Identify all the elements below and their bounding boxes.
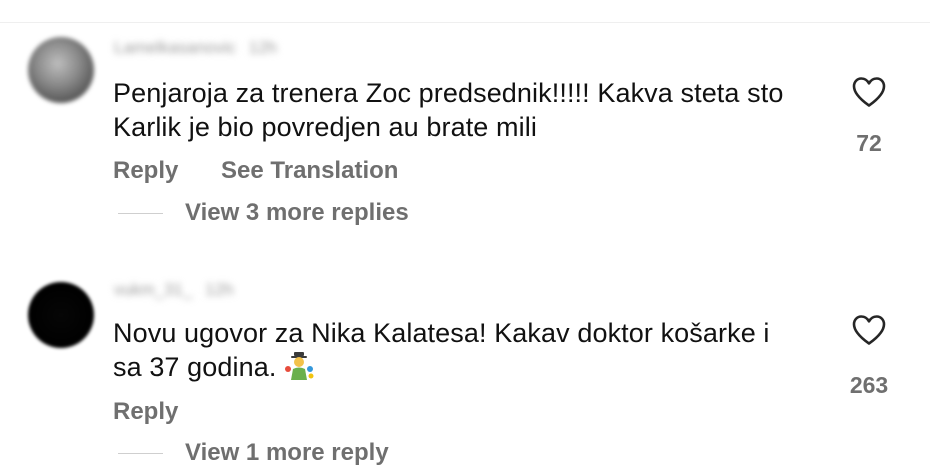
view-replies-label[interactable]: View 1 more reply (185, 439, 389, 467)
username[interactable]: vukm_31_ 12h (114, 280, 234, 300)
top-divider (0, 22, 930, 23)
comment-text: Penjaroja za trenera Zoc predsednik!!!!!… (113, 78, 784, 142)
replies-divider (118, 212, 163, 214)
juggler-emoji-icon (284, 351, 314, 381)
view-replies-label[interactable]: View 3 more replies (185, 199, 409, 227)
view-replies-button[interactable]: View 3 more replies (118, 199, 409, 227)
comment-time: 12h (205, 280, 234, 299)
like-button[interactable]: 72 (845, 76, 893, 157)
username-text[interactable]: Lamelkasanovic (114, 38, 236, 57)
avatar[interactable] (28, 37, 94, 103)
heart-outline-icon[interactable] (851, 76, 887, 108)
username-text[interactable]: vukm_31_ (114, 280, 192, 299)
reply-button[interactable]: Reply (113, 157, 178, 184)
username[interactable]: Lamelkasanovic 12h (114, 38, 277, 58)
view-replies-button[interactable]: View 1 more reply (118, 439, 389, 467)
comment-text-container: Novu ugovor za Nika Kalatesa! Kakav dokt… (113, 316, 793, 384)
avatar[interactable] (28, 282, 94, 348)
comment-actions: Reply See Translation (113, 157, 398, 185)
like-count: 263 (849, 372, 889, 398)
comment-time: 12h (248, 38, 278, 57)
replies-divider (118, 452, 163, 454)
like-button[interactable]: 263 (845, 314, 893, 399)
see-translation-button[interactable]: See Translation (221, 157, 398, 184)
like-count: 72 (856, 130, 882, 156)
comment-text: Novu ugovor za Nika Kalatesa! Kakav dokt… (113, 318, 770, 382)
heart-outline-icon[interactable] (851, 314, 887, 346)
comment-actions: Reply (113, 398, 178, 426)
reply-button[interactable]: Reply (113, 398, 178, 425)
